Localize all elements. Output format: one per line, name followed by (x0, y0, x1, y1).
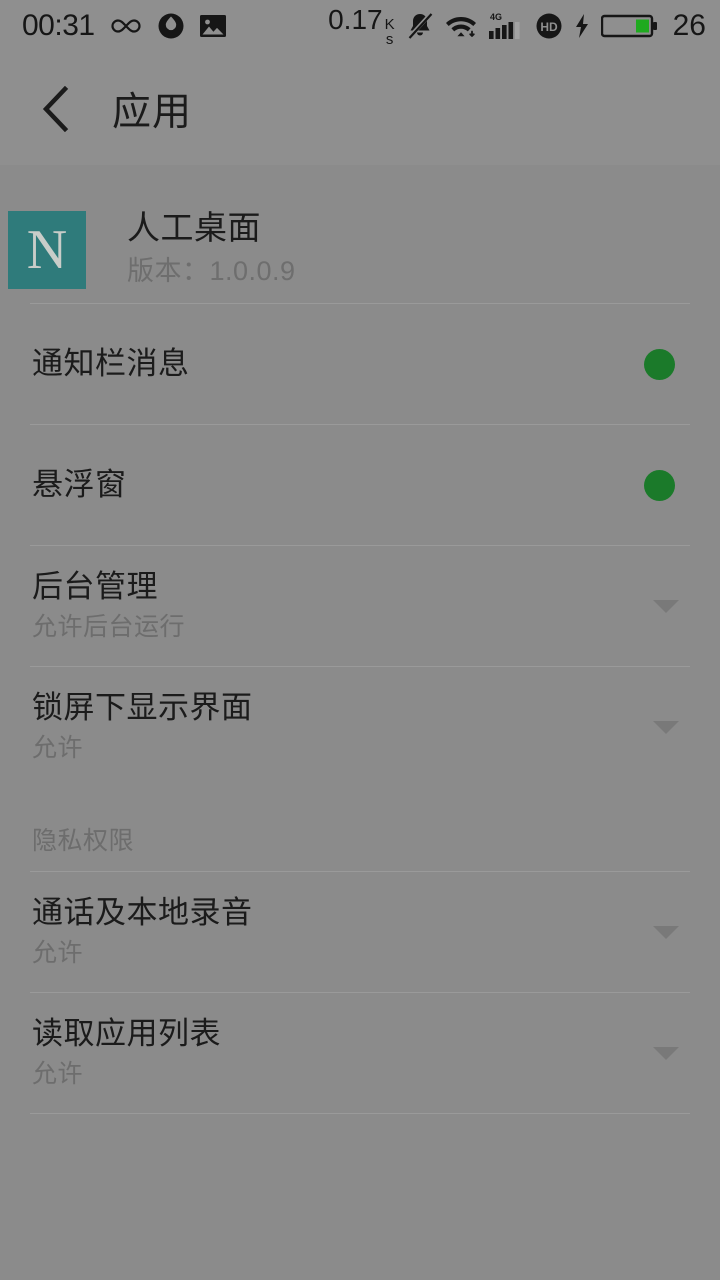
setting-row-text: 通话及本地录音 允许 (32, 894, 653, 969)
page-title: 应用 (112, 90, 193, 134)
setting-row-background-management[interactable]: 后台管理 允许后台运行 (0, 546, 720, 666)
chevron-down-icon[interactable] (653, 925, 679, 939)
chevron-down-icon[interactable] (653, 1046, 679, 1060)
setting-row-text: 后台管理 允许后台运行 (32, 568, 653, 643)
status-bar: 00:31 0.17 K s 4G HD 26 (0, 0, 720, 52)
droplet-face-icon (158, 13, 184, 39)
setting-row-text: 锁屏下显示界面 允许 (32, 689, 653, 764)
infinity-icon (111, 19, 141, 33)
toggle-notification[interactable] (644, 348, 675, 380)
wifi-icon (445, 17, 476, 37)
setting-row-text: 通知栏消息 (32, 345, 644, 382)
gallery-image-icon (199, 15, 226, 37)
network-speed: 0.17 K s (328, 3, 395, 47)
battery-icon (600, 14, 657, 38)
setting-row-text: 读取应用列表 允许 (32, 1015, 653, 1090)
setting-title: 读取应用列表 (32, 1016, 221, 1052)
battery-percent: 26 (672, 9, 706, 42)
network-speed-value: 0.17 (328, 3, 383, 35)
setting-row-notification[interactable]: 通知栏消息 (0, 304, 720, 424)
setting-value: 允许 (32, 734, 84, 763)
setting-title: 通知栏消息 (32, 346, 190, 382)
settings-content: N 人工桌面 版本：1.0.0.9 通知栏消息 悬浮窗 后台管理 允许后台运行 … (0, 165, 720, 1280)
divider (30, 1113, 690, 1114)
app-detail-screen: 00:31 0.17 K s 4G HD 26 应用 N 人工桌面 版本：1.0… (0, 0, 720, 1280)
setting-row-read-app-list[interactable]: 读取应用列表 允许 (0, 993, 720, 1113)
setting-row-floating-window[interactable]: 悬浮窗 (0, 425, 720, 545)
setting-value: 允许 (32, 939, 84, 968)
volte-hd-icon: HD (536, 13, 562, 39)
status-bar-right: 0.17 K s 4G HD 26 (328, 3, 706, 47)
setting-title: 后台管理 (32, 569, 158, 605)
app-version: 版本：1.0.0.9 (127, 256, 296, 287)
chevron-down-icon[interactable] (653, 720, 679, 734)
app-icon: N (8, 210, 86, 289)
signal-4g-icon: 4G (488, 12, 520, 39)
status-bar-left: 00:31 (22, 11, 227, 41)
setting-row-lockscreen-display[interactable]: 锁屏下显示界面 允许 (0, 667, 720, 787)
network-speed-unit-den: s (385, 30, 394, 48)
section-header-privacy: 隐私权限 (32, 827, 135, 855)
setting-row-text: 悬浮窗 (32, 466, 644, 503)
network-speed-unit-num: K (384, 15, 395, 33)
app-meta: 人工桌面 版本：1.0.0.9 (127, 209, 296, 289)
chevron-left-icon (42, 85, 69, 132)
setting-title: 锁屏下显示界面 (32, 690, 253, 726)
mute-bell-icon (407, 12, 433, 39)
setting-title: 悬浮窗 (32, 467, 127, 503)
app-info-block: N 人工桌面 版本：1.0.0.9 (0, 165, 720, 303)
setting-value: 允许后台运行 (32, 613, 186, 642)
page-header: 应用 (0, 52, 720, 165)
chevron-down-icon[interactable] (653, 599, 679, 613)
app-name: 人工桌面 (127, 209, 261, 247)
network-speed-unit: K s (385, 17, 395, 47)
setting-title: 通话及本地录音 (32, 895, 253, 931)
svg-text:4G: 4G (490, 12, 502, 22)
svg-text:HD: HD (540, 20, 558, 34)
back-button[interactable] (28, 81, 84, 137)
charging-bolt-icon (575, 14, 588, 38)
toggle-floating-window[interactable] (644, 469, 675, 501)
setting-row-call-recording[interactable]: 通话及本地录音 允许 (0, 872, 720, 992)
status-bar-clock: 00:31 (22, 9, 95, 42)
setting-value: 允许 (32, 1060, 84, 1089)
app-icon-letter: N (26, 218, 68, 281)
